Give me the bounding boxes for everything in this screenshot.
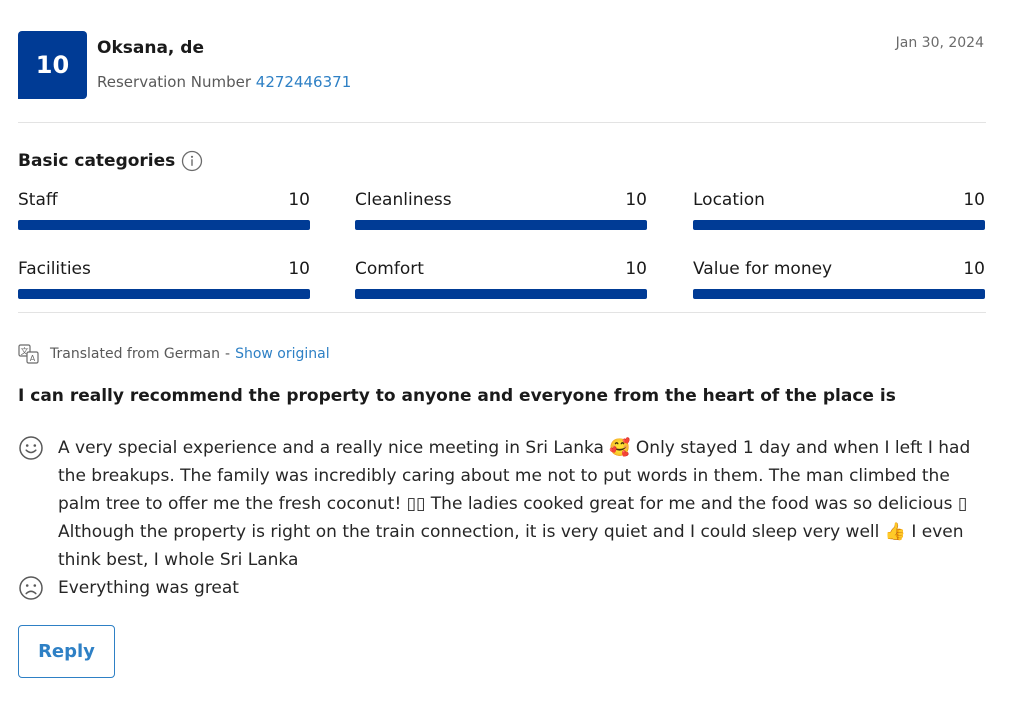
positive-review-text: A very special experience and a really n… — [58, 438, 971, 570]
category-location: Location 10 — [693, 190, 985, 230]
negative-review-text: Everything was great — [58, 578, 239, 598]
category-bar — [18, 289, 310, 299]
svg-text:A: A — [30, 354, 36, 363]
category-label: Cleanliness — [355, 190, 452, 210]
smile-icon — [18, 434, 58, 574]
categories-divider — [18, 312, 986, 313]
category-label: Location — [693, 190, 765, 210]
category-bar — [18, 220, 310, 230]
category-bar — [355, 220, 647, 230]
review-score-badge: 10 — [18, 31, 87, 99]
category-bar — [355, 289, 647, 299]
reservation-info: Reservation Number 4272446371 — [97, 73, 351, 91]
review-title: I can really recommend the property to a… — [18, 386, 896, 406]
frown-icon — [18, 574, 58, 605]
category-value-for-money: Value for money 10 — [693, 259, 985, 299]
category-score: 10 — [288, 190, 310, 210]
negative-review: Everything was great — [18, 574, 988, 605]
category-score: 10 — [625, 190, 647, 210]
reservation-number-link[interactable]: 4272446371 — [256, 73, 351, 91]
category-score: 10 — [625, 259, 647, 279]
categories-heading: Basic categories — [18, 150, 203, 172]
show-original-link[interactable]: Show original — [235, 346, 330, 362]
translation-label: Translated from German — [50, 346, 220, 362]
translate-icon: 文 A — [18, 344, 40, 364]
info-icon[interactable] — [181, 150, 203, 172]
reply-button[interactable]: Reply — [18, 625, 115, 678]
translation-separator: - — [225, 346, 231, 362]
category-bar — [693, 220, 985, 230]
category-label: Facilities — [18, 259, 91, 279]
category-facilities: Facilities 10 — [18, 259, 310, 299]
category-score: 10 — [963, 259, 985, 279]
category-cleanliness: Cleanliness 10 — [355, 190, 647, 230]
review-date: Jan 30, 2024 — [895, 35, 984, 51]
category-bar — [693, 289, 985, 299]
category-label: Comfort — [355, 259, 424, 279]
category-label: Value for money — [693, 259, 833, 279]
positive-review: A very special experience and a really n… — [18, 434, 988, 574]
translation-notice: 文 A Translated from German - Show origin… — [18, 344, 330, 364]
reservation-label: Reservation Number — [97, 73, 252, 91]
category-comfort: Comfort 10 — [355, 259, 647, 299]
category-score: 10 — [288, 259, 310, 279]
header-divider — [18, 122, 986, 123]
category-score: 10 — [963, 190, 985, 210]
categories-title: Basic categories — [18, 151, 176, 171]
category-label: Staff — [18, 190, 58, 210]
category-staff: Staff 10 — [18, 190, 310, 230]
reviewer-name: Oksana, de — [97, 38, 204, 58]
